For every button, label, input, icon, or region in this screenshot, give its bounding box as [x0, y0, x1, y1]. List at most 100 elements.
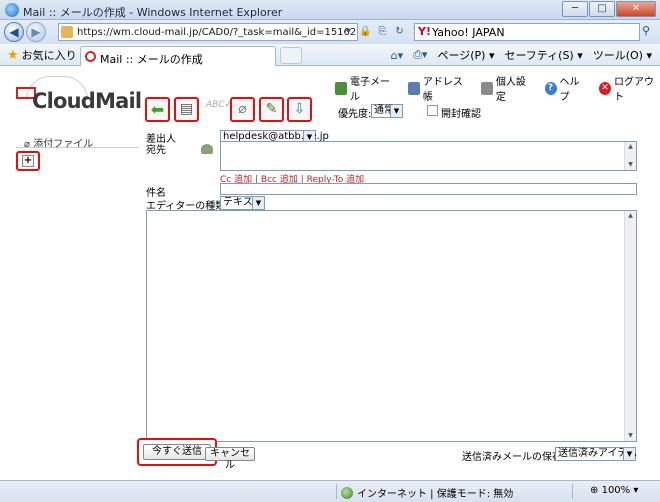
url-text: https://wm.cloud-mail.jp/CAD0/?_task=mai… — [77, 27, 358, 38]
url-tools: ▾ 🔒 ⎘ ↻ ✕ — [340, 23, 425, 41]
url-field[interactable]: https://wm.cloud-mail.jp/CAD0/?_task=mai… — [58, 23, 358, 41]
refresh-icon[interactable]: ↻ — [391, 23, 408, 41]
new-tab-button[interactable] — [280, 47, 302, 64]
signature-button[interactable]: ✎ — [259, 97, 284, 122]
yahoo-icon: Y! — [418, 25, 431, 38]
command-menu: ⌂▾ ⎙▾ ページ(P) ▾ セーフティ(S) ▾ ツール(O) ▾ — [391, 47, 652, 63]
nav-help[interactable]: ? ヘルプ — [544, 73, 587, 103]
add-attachment-button[interactable]: + — [16, 151, 40, 171]
close-window-button[interactable]: ✕ — [616, 1, 656, 17]
address-book-button[interactable]: ▤ — [174, 97, 199, 122]
status-divider — [572, 484, 573, 499]
security-zone[interactable]: インターネット | 保護モード: 無効 — [341, 485, 513, 500]
favorites-button[interactable]: ★ お気に入り — [7, 47, 77, 63]
nav-logout[interactable]: ✕ ログアウト — [599, 73, 660, 103]
zoom-icon: ⊕ — [590, 485, 599, 496]
print-icon[interactable]: ⎙▾ — [413, 48, 427, 62]
spellcheck-button[interactable]: ABC✓ — [206, 100, 232, 110]
settings-icon — [480, 81, 493, 95]
read-receipt-checkbox[interactable] — [427, 105, 438, 116]
search-input[interactable]: Y! Yahoo! JAPAN — [414, 23, 640, 41]
nav-settings-label: 個人設定 — [495, 77, 526, 103]
site-icon — [61, 26, 73, 38]
nav-logout-label: ログアウト — [614, 77, 654, 103]
status-divider — [336, 484, 337, 499]
editor-type-select[interactable]: テキスト ▼ — [220, 196, 265, 210]
addressbook-icon — [407, 81, 420, 95]
spellcheck-label: ABC — [206, 100, 225, 110]
security-zone-label: インターネット | 保護モード: 無効 — [357, 489, 514, 500]
attachments-divider — [16, 147, 138, 148]
browser-tab[interactable]: Mail :: メールの作成 — [80, 46, 276, 66]
to-label: 宛先 — [146, 145, 166, 156]
save-sent-select[interactable]: 送信済みアイテム ▼ — [555, 447, 637, 461]
save-draft-button[interactable]: ⇩ — [287, 97, 312, 122]
address-bar: ◀ ▶ https://wm.cloud-mail.jp/CAD0/?_task… — [0, 20, 660, 44]
maximize-button[interactable]: □ — [589, 1, 615, 17]
priority-select[interactable]: 通常 ▼ — [371, 104, 403, 118]
logout-icon: ✕ — [599, 81, 611, 95]
subject-input[interactable] — [220, 183, 637, 195]
cancel-button[interactable]: キャンセル — [205, 447, 255, 471]
chevron-down-icon: ▼ — [623, 448, 635, 460]
star-icon: ★ — [7, 47, 19, 63]
attach-file-button[interactable]: ⌀ — [230, 97, 255, 122]
top-navigation: 電子メール アドレス帳 個人設定 ? ヘルプ ✕ ログアウト — [335, 73, 660, 103]
webmail-page: CloudMail 電子メール アドレス帳 個人設定 ? ヘルプ ✕ ログアウト ⬅… — [0, 67, 660, 480]
to-scrollbar[interactable]: ▲ ▼ — [624, 142, 636, 170]
nav-mail[interactable]: 電子メール — [335, 73, 396, 103]
scroll-up-icon[interactable]: ▲ — [625, 142, 636, 152]
window-titlebar: Mail :: メールの作成 - Windows Internet Explor… — [0, 0, 660, 20]
certificate-icon[interactable]: 🔒 — [357, 23, 374, 41]
read-receipt-label: 開封確認 — [441, 109, 481, 120]
command-bar: ★ お気に入り Mail :: メールの作成 ⌂▾ ⎙▾ ページ(P) ▾ セー… — [0, 44, 660, 66]
nav-mail-label: 電子メール — [349, 77, 390, 103]
favorites-label: お気に入り — [21, 49, 77, 62]
globe-icon — [341, 486, 353, 499]
zoom-level: 100% — [601, 485, 631, 496]
back-to-list-button[interactable]: ⬅ — [145, 97, 170, 122]
message-body-textarea[interactable]: ▲ ▼ — [146, 210, 637, 442]
dropdown-arrow-icon[interactable]: ▾ — [340, 23, 357, 41]
send-now-button[interactable]: 今すぐ送信 — [143, 444, 211, 460]
back-button[interactable]: ◀ — [4, 22, 24, 42]
chevron-down-icon: ▼ — [252, 197, 264, 209]
home-icon[interactable]: ⌂▾ — [391, 49, 404, 62]
contact-card-icon: ▤ — [179, 101, 194, 117]
scroll-down-icon[interactable]: ▼ — [625, 431, 636, 441]
plus-icon: + — [22, 155, 34, 167]
body-scrollbar[interactable]: ▲ ▼ — [624, 211, 636, 441]
minimize-button[interactable]: ─ — [562, 1, 588, 17]
paperclip-icon: ⌀ — [238, 101, 247, 117]
mail-icon — [335, 81, 347, 95]
scroll-down-icon[interactable]: ▼ — [625, 160, 636, 170]
nav-addressbook[interactable]: アドレス帳 — [407, 73, 469, 103]
compatibility-icon[interactable]: ⎘ — [374, 23, 391, 41]
window-title: Mail :: メールの作成 - Windows Internet Explor… — [23, 6, 283, 19]
priority-label: 優先度: — [338, 109, 372, 120]
ie-logo-icon — [5, 3, 19, 17]
save-draft-icon: ⇩ — [293, 101, 306, 117]
paperclip-small-icon: ⌀ — [24, 139, 31, 150]
search-icon[interactable]: ⚲ — [642, 24, 656, 37]
to-field[interactable]: ▲ ▼ — [220, 141, 637, 171]
safety-menu[interactable]: セーフティ(S) ▾ — [504, 47, 582, 63]
tab-favicon — [85, 51, 96, 62]
cloudmail-logo: CloudMail — [32, 89, 142, 113]
status-bar: インターネット | 保護モード: 無効 ⊕ 100% ▾ — [0, 480, 660, 502]
tools-menu[interactable]: ツール(O) ▾ — [593, 47, 652, 63]
contacts-icon[interactable] — [201, 144, 213, 154]
back-arrow-icon: ⬅ — [150, 100, 165, 119]
attachments-heading-label: 添付ファイル — [33, 139, 94, 150]
tab-title: Mail :: メールの作成 — [100, 53, 203, 66]
window-controls: ─ □ ✕ — [561, 1, 656, 17]
signature-icon: ✎ — [265, 101, 278, 117]
search-provider: Yahoo! JAPAN — [432, 26, 505, 39]
scroll-up-icon[interactable]: ▲ — [625, 211, 636, 221]
nav-settings[interactable]: 個人設定 — [480, 73, 533, 103]
nav-addressbook-label: アドレス帳 — [422, 77, 463, 103]
page-menu[interactable]: ページ(P) ▾ — [437, 47, 494, 63]
nav-help-label: ヘルプ — [559, 77, 580, 103]
forward-button[interactable]: ▶ — [26, 22, 46, 42]
zoom-control[interactable]: ⊕ 100% ▾ — [590, 485, 638, 496]
